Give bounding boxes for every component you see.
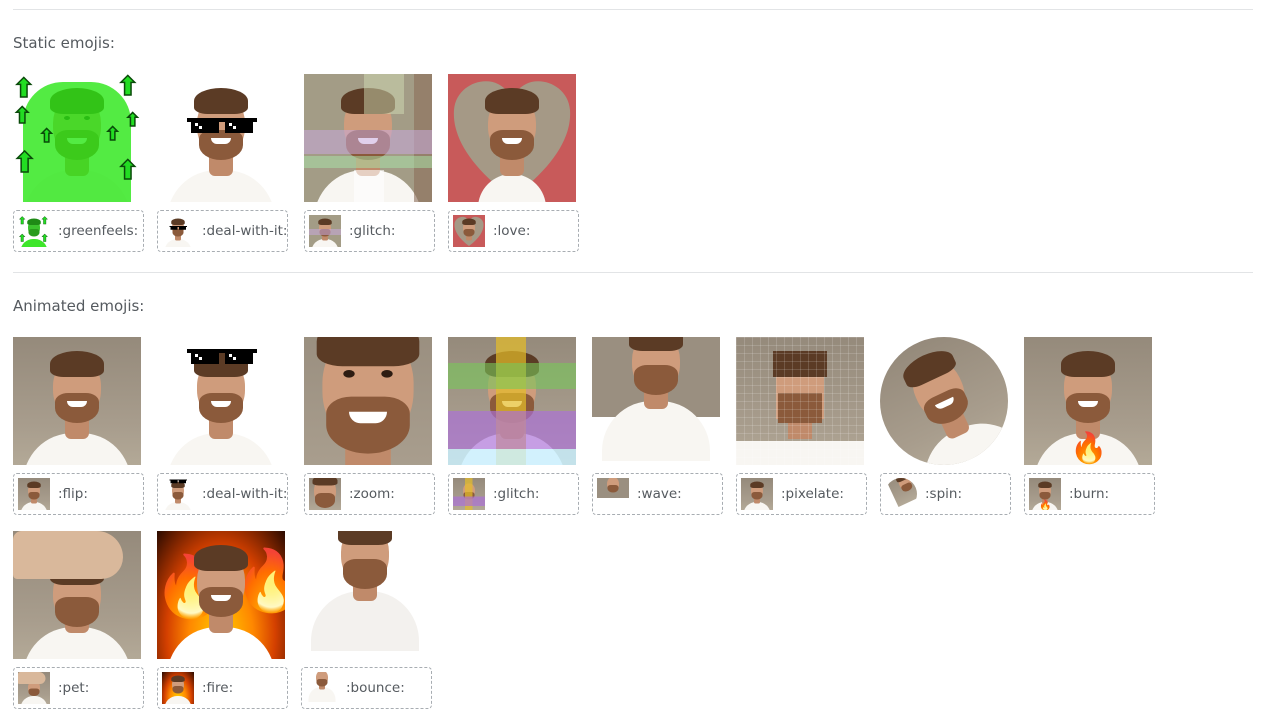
emoji-code: :deal-with-it: [202, 223, 288, 239]
emoji-mini-preview [162, 478, 194, 510]
emoji-code: :deal-with-it: [202, 486, 288, 502]
emoji-preview [304, 337, 432, 465]
emoji-code-box[interactable]: :love: [448, 210, 579, 252]
emoji-code: :pet: [58, 680, 90, 696]
emoji-preview [301, 531, 429, 659]
emoji-code: :glitch: [349, 223, 396, 239]
emoji-code: :love: [493, 223, 531, 239]
emoji-code-box[interactable]: :bounce: [301, 667, 432, 709]
arrow-up-icon: ⬆ [13, 145, 37, 180]
emoji-card-glitch-animated[interactable]: :glitch: [448, 337, 579, 515]
static-emojis-heading: Static emojis: [13, 34, 115, 52]
emoji-mini-preview [18, 672, 50, 704]
arrow-up-icon: ⬆ [38, 125, 55, 148]
emoji-code-box[interactable]: :fire: [157, 667, 288, 709]
emoji-card-burn[interactable]: 🔥 🔥 :burn: [1024, 337, 1155, 515]
emoji-card-bounce[interactable]: :bounce: [301, 531, 432, 709]
arrow-up-icon: ⬆ [116, 74, 139, 103]
emoji-card-fire[interactable]: 🔥 🔥 :fire: [157, 531, 288, 709]
emoji-code: :spin: [925, 486, 963, 502]
emoji-card-glitch[interactable]: :glitch: [304, 74, 435, 252]
emoji-code: :glitch: [493, 486, 540, 502]
emoji-code-box[interactable]: :glitch: [448, 473, 579, 515]
emoji-code: :pixelate: [781, 486, 844, 502]
emoji-code-box[interactable]: :deal-with-it: [157, 473, 288, 515]
animated-emojis-heading: Animated emojis: [13, 297, 145, 315]
arrow-up-icon: ⬆ [124, 109, 141, 132]
emoji-code-box[interactable]: :pet: [13, 667, 144, 709]
emoji-card-pet[interactable]: :pet: [13, 531, 144, 709]
emoji-mini-preview [453, 215, 485, 247]
emoji-card-deal-with-it[interactable]: :deal-with-it: [157, 74, 288, 252]
emoji-mini-preview [453, 478, 485, 510]
emoji-mini-preview: 🔥 [1029, 478, 1061, 510]
emoji-preview: 🔥 [1024, 337, 1152, 465]
sunglasses-icon [187, 118, 257, 133]
emoji-mini-preview [309, 215, 341, 247]
arrow-up-icon: ⬆ [116, 155, 139, 187]
emoji-code-box[interactable]: :deal-with-it: [157, 210, 288, 252]
arrow-up-icon: ⬆ [104, 123, 121, 146]
arrow-up-icon: ⬆ [13, 74, 36, 105]
emoji-mini-preview [741, 478, 773, 510]
emoji-mini-preview [309, 478, 341, 510]
emoji-preview [13, 531, 141, 659]
emoji-preview [448, 337, 576, 465]
emoji-card-zoom[interactable]: :zoom: [304, 337, 435, 515]
section-divider [13, 272, 1253, 273]
emoji-code-box[interactable]: :flip: [13, 473, 144, 515]
emoji-preview [736, 337, 864, 465]
emoji-code-box[interactable]: :zoom: [304, 473, 435, 515]
emoji-code-box[interactable]: :wave: [592, 473, 723, 515]
emoji-code-box[interactable]: ⬆ ⬆ ⬆ ⬆ :greenfeels: [13, 210, 144, 252]
emoji-preview: 🔥 🔥 [157, 531, 285, 659]
hand-icon [13, 531, 123, 579]
emoji-card-spin[interactable]: :spin: [880, 337, 1011, 515]
emoji-mini-preview [162, 672, 194, 704]
emoji-preview [448, 74, 576, 202]
top-divider [13, 9, 1253, 10]
emoji-code-box[interactable]: :spin: [880, 473, 1011, 515]
emoji-code: :flip: [58, 486, 88, 502]
emoji-preview [13, 337, 141, 465]
emoji-code: :bounce: [346, 680, 405, 696]
emoji-code: :burn: [1069, 486, 1110, 502]
emoji-preview: ⬆ ⬆ ⬆ ⬆ ⬆ ⬆ ⬆ ⬆ [13, 74, 141, 202]
emoji-mini-preview [306, 672, 338, 704]
emoji-card-flip[interactable]: :flip: [13, 337, 144, 515]
emoji-code: :zoom: [349, 486, 395, 502]
emoji-preview [304, 74, 432, 202]
emoji-mini-preview [18, 478, 50, 510]
emoji-preview [880, 337, 1008, 465]
flame-icon: 🔥 [1070, 431, 1108, 465]
emoji-code-box[interactable]: :pixelate: [736, 473, 867, 515]
emoji-code: :greenfeels: [58, 223, 139, 239]
emoji-code: :wave: [637, 486, 682, 502]
sunglasses-icon [187, 349, 257, 364]
emoji-card-wave[interactable]: :wave: [592, 337, 723, 515]
emoji-code-box[interactable]: :glitch: [304, 210, 435, 252]
emoji-card-deal-with-it-animated[interactable]: :deal-with-it: [157, 337, 288, 515]
emoji-preview [157, 74, 285, 202]
emoji-code-box[interactable]: 🔥 :burn: [1024, 473, 1155, 515]
emoji-mini-preview [885, 478, 917, 510]
emoji-preview [592, 337, 720, 465]
emoji-mini-preview: ⬆ ⬆ ⬆ ⬆ [18, 215, 50, 247]
arrow-up-icon: ⬆ [13, 103, 32, 130]
emoji-code: :fire: [202, 680, 234, 696]
emoji-mini-preview [597, 478, 629, 510]
emoji-mini-preview [162, 215, 194, 247]
emoji-preview [157, 337, 285, 465]
emoji-card-love[interactable]: :love: [448, 74, 579, 252]
emoji-card-greenfeels[interactable]: ⬆ ⬆ ⬆ ⬆ ⬆ ⬆ ⬆ ⬆ ⬆ ⬆ ⬆ ⬆ :greenfeels: [13, 74, 144, 252]
emoji-card-pixelate[interactable]: :pixelate: [736, 337, 867, 515]
